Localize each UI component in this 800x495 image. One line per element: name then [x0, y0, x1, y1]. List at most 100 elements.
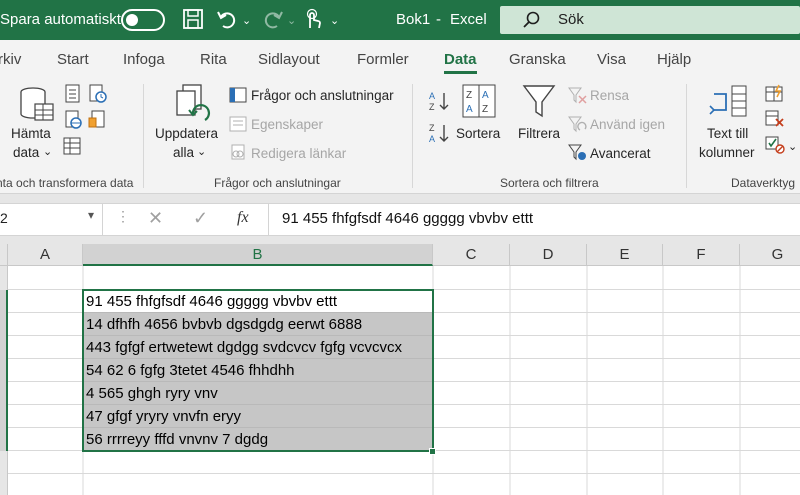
flash-fill-icon[interactable] — [765, 84, 785, 107]
advanced-button[interactable]: Avancerat — [590, 146, 651, 161]
svg-text:A: A — [466, 104, 473, 115]
toggle-knob — [126, 14, 138, 26]
text-to-columns-label-1[interactable]: Text till — [707, 126, 748, 141]
formula-input[interactable]: 91 455 fhfgfsdf 4646 ggggg vbvbv ettt — [282, 210, 533, 227]
select-all-corner[interactable] — [0, 244, 8, 266]
column-header-b[interactable]: B — [83, 244, 433, 266]
cell-b3[interactable]: 14 dfhfh 4656 bvbvb dgsdgdg eerwt 6888 — [83, 313, 433, 336]
sort-az-icon[interactable]: AZ — [428, 90, 452, 117]
more-options-icon: ⋮ — [116, 208, 130, 224]
tab-data[interactable]: Data — [444, 51, 477, 74]
refresh-all-label-1[interactable]: Uppdatera — [155, 126, 218, 141]
column-header-f[interactable]: F — [663, 244, 740, 266]
cell-b6[interactable]: 4 565 ghgh ryry vnv — [83, 382, 433, 405]
from-text-icon[interactable] — [64, 84, 82, 109]
cell-b4[interactable]: 443 fgfgf ertwetewt dgdgg svdcvcv fgfg v… — [83, 336, 433, 359]
column-header-a[interactable]: A — [8, 244, 83, 266]
column-header-c[interactable]: C — [433, 244, 510, 266]
clear-button[interactable]: Rensa — [590, 88, 629, 103]
insert-function-icon[interactable]: fx — [237, 209, 249, 227]
undo-icon[interactable] — [216, 8, 238, 30]
existing-connections-icon[interactable] — [88, 110, 108, 135]
remove-duplicates-icon[interactable] — [765, 110, 785, 133]
group-separator — [412, 84, 413, 188]
column-header-e[interactable]: E — [587, 244, 663, 266]
ribbon: Hämta data ⌄ nta och transformera data U… — [0, 78, 800, 194]
column-header-d[interactable]: D — [510, 244, 587, 266]
enter-icon[interactable]: ✓ — [193, 208, 208, 229]
svg-text:A: A — [482, 90, 489, 101]
group-data-tools-label: Dataverktyg — [731, 176, 796, 190]
formula-separator — [268, 204, 269, 235]
fill-handle[interactable] — [429, 448, 436, 455]
title-separator: - — [436, 11, 441, 28]
tab-visa[interactable]: Visa — [597, 51, 626, 68]
clear-icon[interactable] — [568, 87, 588, 110]
redo-icon[interactable] — [262, 8, 284, 30]
refresh-dropdown-icon[interactable]: ⌄ — [197, 145, 206, 158]
recent-sources-icon[interactable] — [88, 84, 108, 109]
app-name: Excel — [450, 11, 487, 28]
title-bar: Spara automatiskt ⌄ ⌄ ⌄ Bok1 - Excel Sök — [0, 0, 800, 40]
tab-sidlayout[interactable]: Sidlayout — [258, 51, 320, 68]
tab-infoga[interactable]: Infoga — [123, 51, 165, 68]
autosave-toggle[interactable] — [121, 9, 165, 31]
edit-links-icon[interactable] — [229, 144, 247, 165]
cell-b5[interactable]: 54 62 6 fgfg 3tetet 4546 fhhdhh — [83, 359, 433, 382]
name-box[interactable]: 2 ▾ — [0, 204, 103, 235]
refresh-all-icon[interactable] — [175, 84, 213, 129]
search-label: Sök — [558, 11, 584, 28]
search-box[interactable]: Sök — [500, 6, 800, 34]
touch-mode-icon[interactable] — [302, 8, 324, 30]
queries-connections-icon[interactable] — [229, 87, 247, 108]
sort-za-icon[interactable]: ZA — [428, 122, 452, 149]
cancel-icon[interactable]: ✕ — [148, 208, 163, 229]
tab-rita[interactable]: Rita — [200, 51, 227, 68]
properties-button[interactable]: Egenskaper — [251, 117, 323, 132]
sort-icon[interactable]: ZAAZ — [462, 84, 496, 123]
refresh-all-label-2[interactable]: alla — [173, 145, 194, 160]
svg-text:Z: Z — [482, 104, 488, 115]
sort-button[interactable]: Sortera — [456, 126, 500, 141]
data-validation-dropdown-icon[interactable]: ⌄ — [788, 140, 797, 153]
data-validation-icon[interactable] — [765, 136, 785, 159]
get-data-label-1[interactable]: Hämta — [11, 126, 51, 141]
svg-text:A: A — [429, 91, 435, 101]
cell-b2[interactable]: 91 455 fhfgfsdf 4646 ggggg vbvbv ettt — [83, 290, 433, 313]
autosave-label: Spara automatiskt — [0, 11, 121, 28]
tab-hjalp[interactable]: Hjälp — [657, 51, 691, 68]
text-to-columns-label-2[interactable]: kolumner — [699, 145, 755, 160]
tab-start[interactable]: Start — [57, 51, 89, 68]
edit-links-button[interactable]: Redigera länkar — [251, 146, 346, 161]
filter-icon[interactable] — [522, 84, 556, 125]
filter-button[interactable]: Filtrera — [518, 126, 560, 141]
name-box-dropdown-icon[interactable]: ▾ — [88, 208, 94, 222]
group-separator — [686, 84, 687, 188]
get-data-icon[interactable] — [19, 86, 55, 129]
get-data-dropdown-icon[interactable]: ⌄ — [43, 145, 52, 158]
redo-dropdown-icon[interactable]: ⌄ — [287, 10, 296, 32]
column-header-g[interactable]: G — [740, 244, 800, 266]
tab-arkiv[interactable]: rkiv — [0, 51, 21, 68]
advanced-filter-icon[interactable] — [568, 144, 588, 167]
reapply-icon[interactable] — [568, 116, 588, 139]
get-data-label-2[interactable]: data — [13, 145, 39, 160]
queries-connections-button[interactable]: Frågor och anslutningar — [251, 88, 394, 103]
cell-b8[interactable]: 56 rrrreyy fffd vnvnv 7 dgdg — [83, 428, 433, 451]
reapply-button[interactable]: Använd igen — [590, 117, 665, 132]
undo-dropdown-icon[interactable]: ⌄ — [242, 10, 251, 32]
text-to-columns-icon[interactable] — [708, 84, 748, 127]
ribbon-tabs: rkiv Start Infoga Rita Sidlayout Formler… — [0, 40, 800, 78]
save-icon[interactable] — [182, 8, 204, 30]
worksheet-grid[interactable]: A B C D E F G 91 455 fhfgfsdf 4646 ggggg… — [0, 244, 800, 495]
customize-qat-icon[interactable]: ⌄ — [330, 10, 339, 32]
from-table-icon[interactable] — [62, 136, 82, 161]
tab-formler[interactable]: Formler — [357, 51, 409, 68]
group-get-transform-label: nta och transformera data — [0, 176, 134, 190]
group-queries-label: Frågor och anslutningar — [214, 176, 341, 190]
tab-granska[interactable]: Granska — [509, 51, 566, 68]
cell-b7[interactable]: 47 gfgf yryry vnvfn eryy — [83, 405, 433, 428]
from-web-icon[interactable] — [64, 110, 84, 135]
search-icon — [522, 10, 542, 35]
properties-icon[interactable] — [229, 116, 247, 137]
